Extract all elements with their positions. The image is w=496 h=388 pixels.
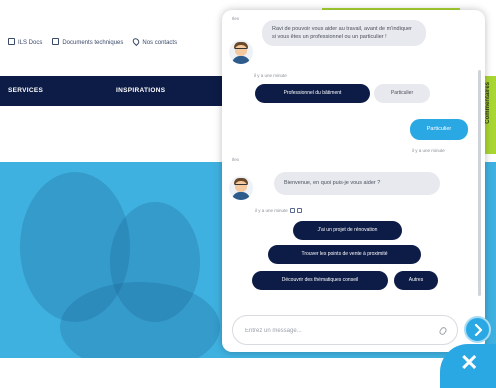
message-sender: Ilex <box>232 157 240 162</box>
message-sender: Ilex <box>232 16 240 21</box>
folder-icon <box>52 38 60 45</box>
bot-avatar <box>229 176 253 200</box>
utility-link-contacts[interactable]: Nos contacts <box>131 36 178 47</box>
message-timestamp: il y a une minute <box>255 208 302 213</box>
thumbs-up-icon[interactable] <box>289 208 295 213</box>
message-input[interactable] <box>245 324 425 337</box>
utility-links: ILS Docs Documents techniques Nos contac… <box>8 36 178 47</box>
message-input-container <box>232 315 458 345</box>
document-icon <box>8 38 15 45</box>
bot-avatar <box>229 40 253 64</box>
utility-link-technical-docs[interactable]: Documents techniques <box>52 38 123 46</box>
message-timestamp-text: il y a une minute <box>255 208 288 213</box>
choice-professional-button[interactable]: Professionnel du bâtiment <box>255 84 370 103</box>
choice-store-locator-button[interactable]: Trouver les points de vente à proximité <box>268 245 421 264</box>
location-pin-icon <box>131 36 141 47</box>
utility-link-docs[interactable]: ILS Docs <box>8 38 42 46</box>
feedback-tab-label: Commentaires <box>485 82 491 124</box>
user-message-bubble: Particulier <box>410 119 468 140</box>
message-timestamp: il y a une minute <box>254 73 287 78</box>
nav-item-inspirations[interactable]: INSPIRATIONS <box>116 87 165 94</box>
choice-individual-button[interactable]: Particulier <box>374 84 430 103</box>
utility-link-label: Documents techniques <box>62 40 124 46</box>
send-button[interactable] <box>464 316 491 343</box>
send-arrow-icon <box>474 324 483 336</box>
bot-message-bubble: Ravi de pouvoir vous aider au travail, a… <box>262 20 426 46</box>
user-message-timestamp: il y a une minute <box>412 148 445 153</box>
thumbs-down-icon[interactable] <box>296 208 302 213</box>
chat-scrollbar[interactable] <box>478 70 481 296</box>
close-chat-button[interactable]: ✕ <box>440 344 496 388</box>
choice-renovation-button[interactable]: J'ai un projet de rénovation <box>293 221 402 240</box>
utility-link-label: Nos contacts <box>142 40 178 46</box>
choice-other-button[interactable]: Autres <box>394 271 438 290</box>
nav-item-services[interactable]: SERVICES <box>8 87 43 94</box>
choice-advice-themes-button[interactable]: Découvrir des thématiques conseil <box>252 271 388 290</box>
attachment-icon[interactable] <box>438 326 448 336</box>
bot-message-bubble: Bienvenue, en quoi puis-je vous aider ? <box>274 172 440 195</box>
close-icon: ✕ <box>460 350 479 375</box>
utility-link-label: ILS Docs <box>18 40 43 46</box>
